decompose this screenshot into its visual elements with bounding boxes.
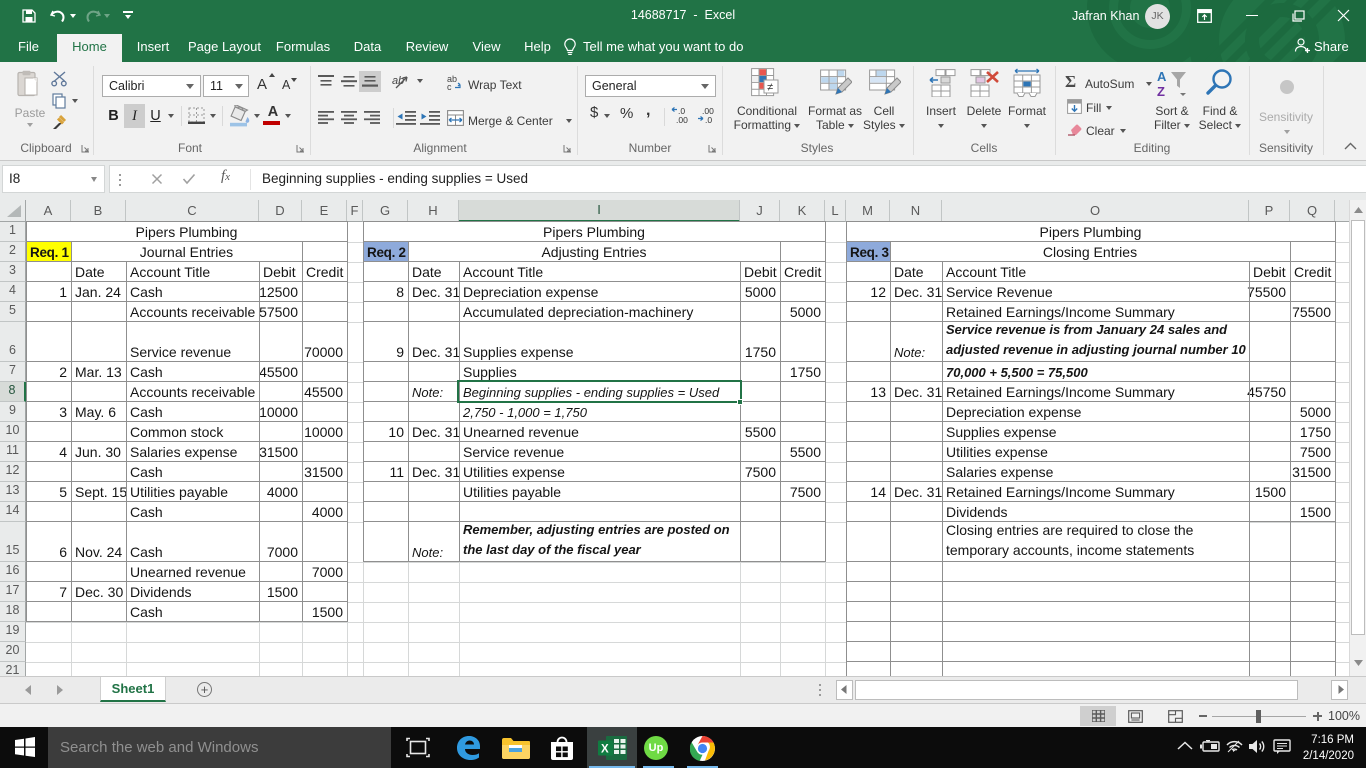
- svg-text:.0: .0: [705, 115, 712, 124]
- svg-text:A: A: [1157, 69, 1167, 84]
- svg-text:.00: .00: [676, 115, 688, 124]
- svg-text:c: c: [447, 82, 452, 90]
- svg-text:≠: ≠: [767, 82, 773, 94]
- svg-text:Z: Z: [1157, 84, 1165, 98]
- svg-text:X: X: [601, 744, 609, 756]
